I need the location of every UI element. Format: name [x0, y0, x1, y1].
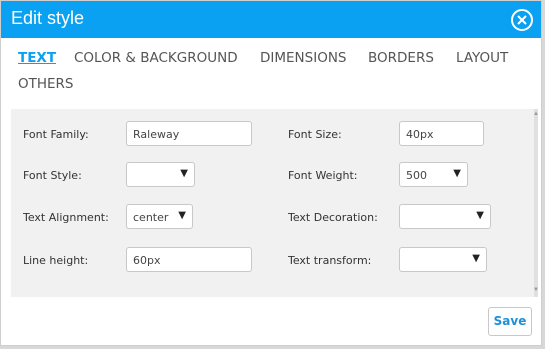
- close-icon[interactable]: [511, 9, 533, 31]
- dialog-titlebar: Edit style: [1, 1, 541, 38]
- dropdown-arrow-icon: ▼: [453, 168, 461, 179]
- font-size-label: Font Size:: [288, 128, 342, 141]
- tab-text[interactable]: TEXT: [18, 50, 56, 66]
- text-transform-select[interactable]: ▼: [399, 247, 487, 272]
- font-weight-label: Font Weight:: [288, 169, 358, 182]
- dropdown-arrow-icon: ▼: [178, 210, 186, 221]
- tab-others[interactable]: OTHERS: [18, 76, 74, 92]
- save-button[interactable]: Save: [488, 307, 532, 336]
- scroll-down-icon[interactable]: ▼: [533, 287, 539, 293]
- tab-color-background[interactable]: COLOR & BACKGROUND: [74, 50, 238, 66]
- text-transform-label: Text transform:: [288, 254, 372, 267]
- font-style-label: Font Style:: [23, 169, 82, 182]
- dropdown-arrow-icon: ▼: [180, 168, 188, 179]
- text-style-panel: Font Family: Raleway Font Size: 40px Fon…: [11, 109, 539, 297]
- text-alignment-value: center: [133, 211, 169, 224]
- font-weight-value: 500: [406, 169, 427, 182]
- panel-scrollbar[interactable]: ▲ ▼: [533, 109, 539, 297]
- text-alignment-label: Text Alignment:: [23, 211, 109, 224]
- font-family-label: Font Family:: [23, 128, 89, 141]
- tab-bar: TEXT COLOR & BACKGROUND DIMENSIONS BORDE…: [1, 38, 541, 98]
- line-height-label: Line height:: [23, 254, 89, 267]
- tab-dimensions[interactable]: DIMENSIONS: [260, 50, 347, 66]
- font-family-input[interactable]: Raleway: [126, 121, 252, 146]
- tab-borders[interactable]: BORDERS: [368, 50, 434, 66]
- scroll-up-icon[interactable]: ▲: [533, 111, 539, 117]
- tab-layout[interactable]: LAYOUT: [456, 50, 508, 66]
- dropdown-arrow-icon: ▼: [476, 210, 484, 221]
- text-decoration-label: Text Decoration:: [288, 211, 378, 224]
- font-size-input[interactable]: 40px: [399, 121, 484, 146]
- font-weight-select[interactable]: 500 ▼: [399, 162, 468, 187]
- text-alignment-select[interactable]: center ▼: [126, 204, 193, 229]
- dropdown-arrow-icon: ▼: [472, 253, 480, 264]
- line-height-input[interactable]: 60px: [126, 247, 252, 272]
- edit-style-dialog: Edit style TEXT COLOR & BACKGROUND DIMEN…: [0, 0, 542, 346]
- font-style-select[interactable]: ▼: [126, 162, 195, 187]
- dialog-title: Edit style: [11, 8, 85, 28]
- text-decoration-select[interactable]: ▼: [399, 204, 491, 229]
